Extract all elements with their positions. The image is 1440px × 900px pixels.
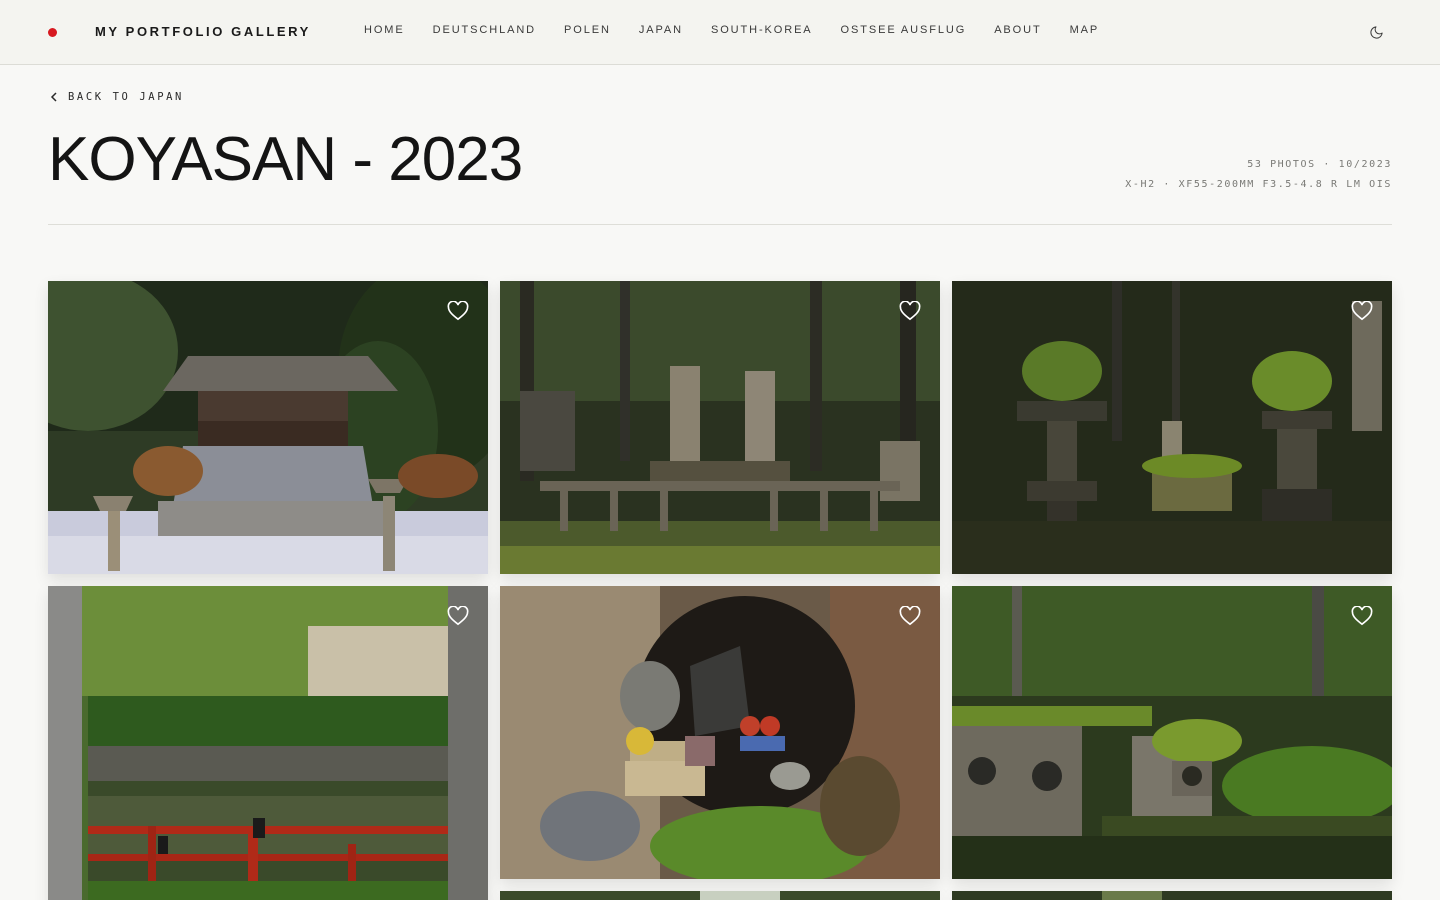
favorite-button[interactable] <box>446 604 470 628</box>
photo-card[interactable] <box>500 281 940 574</box>
page-title: KOYASAN - 2023 <box>48 125 523 194</box>
photo-forest <box>952 891 1392 900</box>
heart-icon <box>1351 301 1373 321</box>
photo-card[interactable] <box>500 891 940 900</box>
nav-south-korea[interactable]: SOUTH-KOREA <box>711 24 813 36</box>
photo-mossy-graves <box>952 586 1392 879</box>
favorite-button[interactable] <box>446 299 470 323</box>
photo-cemetery-stones <box>500 281 940 574</box>
main-nav: HOME DEUTSCHLAND POLEN JAPAN SOUTH-KOREA… <box>364 24 1127 36</box>
nav-polen[interactable]: POLEN <box>564 24 611 36</box>
nav-japan[interactable]: JAPAN <box>639 24 683 36</box>
photo-card[interactable] <box>952 891 1392 900</box>
back-link[interactable]: BACK TO JAPAN <box>50 91 184 103</box>
site-header: MY PORTFOLIO GALLERY HOME DEUTSCHLAND PO… <box>0 0 1440 65</box>
album-meta-count-date: 53 PHOTOS · 10/2023 <box>1247 159 1392 170</box>
photo-card[interactable] <box>48 281 488 574</box>
nav-about[interactable]: ABOUT <box>994 24 1041 36</box>
heart-icon <box>899 301 921 321</box>
album-meta-gear: X-H2 · XF55-200MM F3.5-4.8 R LM OIS <box>1125 179 1392 190</box>
heart-icon <box>899 606 921 626</box>
nav-map[interactable]: MAP <box>1070 24 1100 36</box>
photo-card[interactable] <box>952 586 1392 879</box>
favorite-button[interactable] <box>1350 299 1374 323</box>
photo-card[interactable] <box>500 586 940 879</box>
back-link-label: BACK TO JAPAN <box>68 91 184 103</box>
brand-dot-icon <box>48 28 57 37</box>
photo-tree-hollow-shrine <box>500 586 940 879</box>
divider <box>48 224 1392 225</box>
album-meta: 53 PHOTOS · 10/2023 X-H2 · XF55-200MM F3… <box>1125 155 1392 195</box>
nav-deutschland[interactable]: DEUTSCHLAND <box>433 24 536 36</box>
heart-icon <box>447 606 469 626</box>
photo-forest <box>500 891 940 900</box>
photo-red-bridge-pond <box>48 586 488 900</box>
photo-card[interactable] <box>952 281 1392 574</box>
heart-icon <box>1351 606 1373 626</box>
photo-moss-lanterns <box>952 281 1392 574</box>
heart-icon <box>447 301 469 321</box>
nav-home[interactable]: HOME <box>364 24 405 36</box>
moon-icon <box>1369 25 1383 39</box>
photo-temple-hall <box>48 281 488 574</box>
theme-toggle-button[interactable] <box>1366 22 1386 42</box>
nav-ostsee-ausflug[interactable]: OSTSEE AUSFLUG <box>841 24 967 36</box>
favorite-button[interactable] <box>898 299 922 323</box>
favorite-button[interactable] <box>898 604 922 628</box>
brand-link[interactable]: MY PORTFOLIO GALLERY <box>95 24 311 39</box>
photo-card[interactable] <box>48 586 488 900</box>
chevron-left-icon <box>50 92 58 102</box>
favorite-button[interactable] <box>1350 604 1374 628</box>
